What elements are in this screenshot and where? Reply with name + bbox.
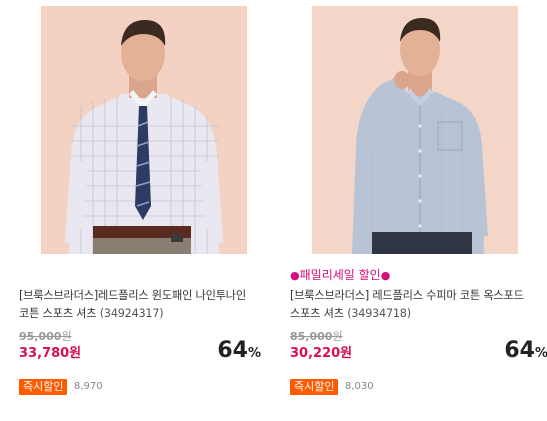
discount-unit: % xyxy=(247,346,261,361)
product-image[interactable] xyxy=(41,6,247,254)
promo-tag-text: 패밀리세일 할인 xyxy=(299,268,381,282)
promo-dot-right: ● xyxy=(380,269,391,282)
discount-value: 64 xyxy=(217,338,248,363)
product-card[interactable]: ●패밀리세일 할인● [브룩스브라더스] 레드플리스 수피마 코튼 옥스포드 스… xyxy=(290,0,547,421)
discount-rate: 64% xyxy=(504,337,547,368)
original-price: 85,000원 xyxy=(290,330,343,344)
instant-discount-badge: 즉시할인 xyxy=(19,379,68,395)
original-price-currency: 원 xyxy=(332,330,343,343)
product-image[interactable] xyxy=(312,6,518,254)
original-price: 95,000원 xyxy=(19,330,72,344)
product-photo xyxy=(41,6,247,254)
sale-price: 33,780원 xyxy=(19,346,82,361)
instant-discount-badge: 즉시할인 xyxy=(290,379,339,395)
product-photo xyxy=(312,6,518,254)
original-price-value: 95,000 xyxy=(19,330,62,343)
review-count: 8,030 xyxy=(345,381,374,392)
product-title[interactable]: [브룩스브라더스] 레드플리스 수피마 코튼 옥스포드 스포츠 셔츠 (3493… xyxy=(290,287,547,323)
discount-unit: % xyxy=(534,346,547,361)
original-price-value: 85,000 xyxy=(290,330,333,343)
discount-value: 64 xyxy=(504,338,535,363)
product-code: (34934718) xyxy=(347,307,411,320)
promo-dot-left: ● xyxy=(290,269,300,282)
product-card[interactable]: [브룩스브라더스]레드플리스 윈도패인 나인투나인 코튼 스포츠 셔츠 (349… xyxy=(19,0,269,421)
sale-price: 30,220원 xyxy=(290,346,353,361)
original-price-currency: 원 xyxy=(61,330,72,343)
product-code: (34924317) xyxy=(99,307,164,320)
review-count: 8,970 xyxy=(74,381,103,392)
product-title[interactable]: [브룩스브라더스]레드플리스 윈도패인 나인투나인 코튼 스포츠 셔츠 (349… xyxy=(19,287,269,323)
promo-tag: ●패밀리세일 할인● xyxy=(290,267,390,284)
discount-rate: 64% xyxy=(217,337,261,368)
